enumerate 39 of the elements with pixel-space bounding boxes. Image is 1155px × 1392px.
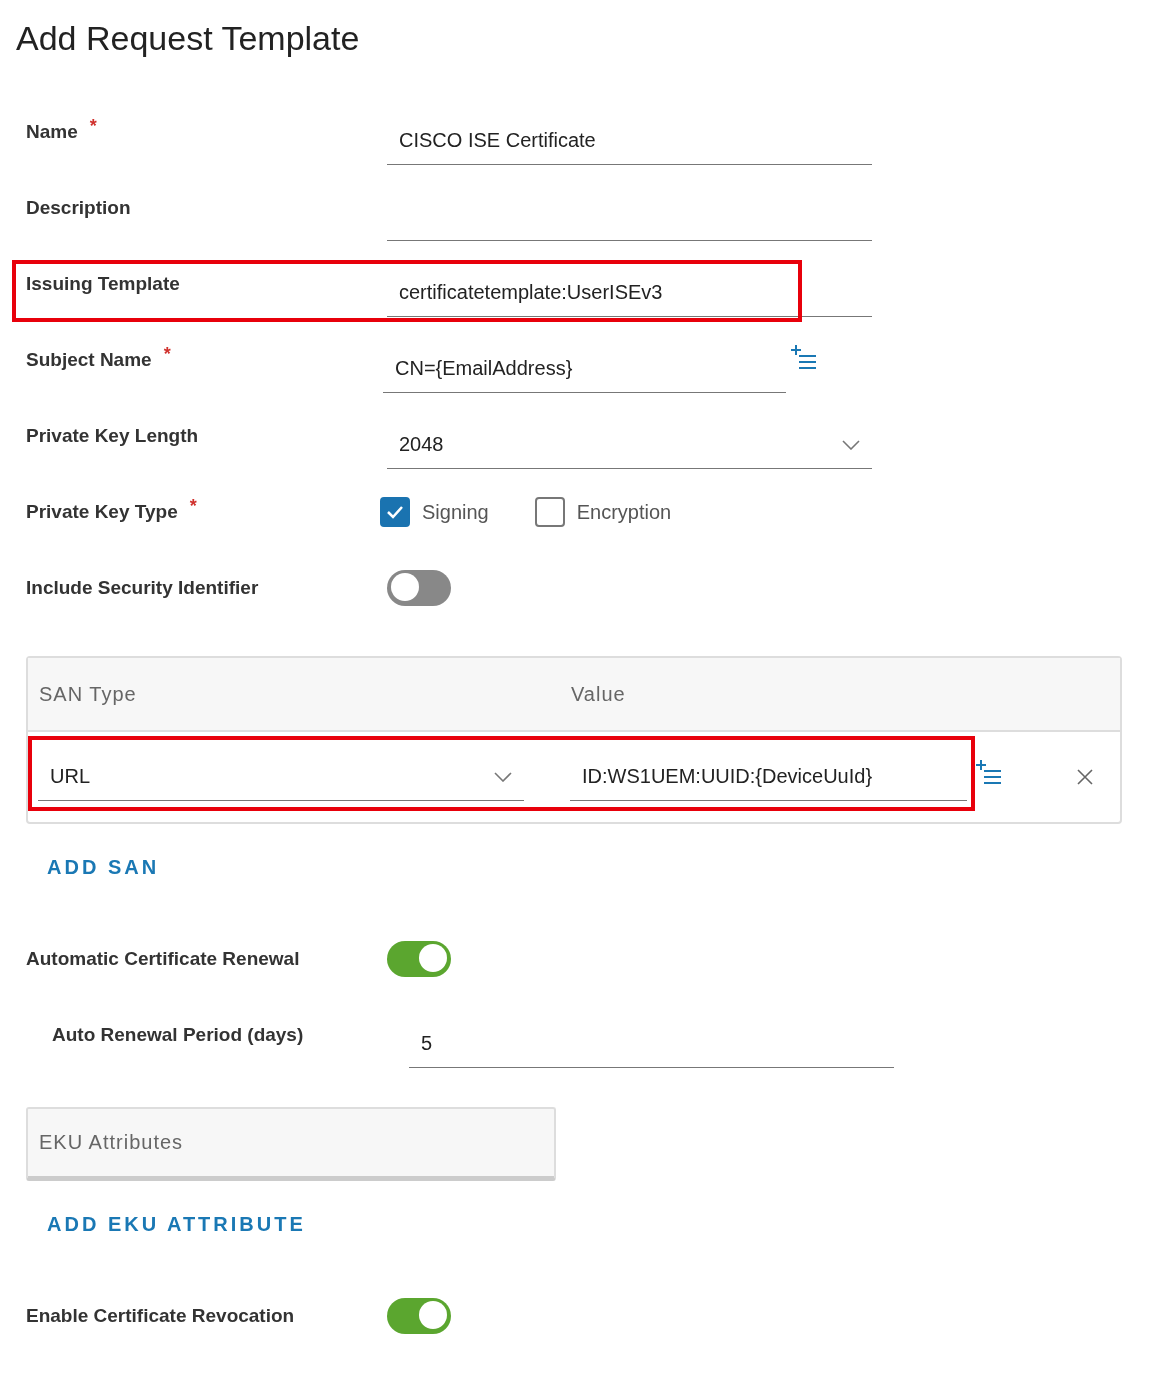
check-icon xyxy=(385,504,405,520)
insert-list-icon[interactable] xyxy=(790,344,818,370)
field-label: Automatic Certificate Renewal xyxy=(26,948,301,970)
field-label: Private Key Type xyxy=(26,501,178,522)
required-mark: * xyxy=(189,496,197,517)
field-label: Subject Name xyxy=(26,349,152,370)
field-label: Name xyxy=(26,121,78,142)
checkbox-label: Signing xyxy=(422,500,489,524)
checkbox[interactable] xyxy=(534,497,565,527)
input-field[interactable]: ID:WS1UEM:UUID:{DeviceUuId} xyxy=(570,753,967,801)
field-label: Enable Certificate Revocation xyxy=(26,1305,296,1327)
required-mark: * xyxy=(89,116,97,137)
field-label: Description xyxy=(26,197,131,218)
toggle-switch[interactable] xyxy=(387,1298,451,1334)
close-icon[interactable] xyxy=(1077,769,1093,785)
panel-title: EKU Attributes xyxy=(39,1131,184,1154)
insert-list-icon[interactable] xyxy=(975,759,1003,785)
caret-icon xyxy=(842,440,860,450)
dropdown-field[interactable]: URL xyxy=(38,753,524,801)
input-field[interactable]: CISCO ISE Certificate xyxy=(387,117,872,165)
field-label: Issuing Template xyxy=(26,273,180,294)
input-field[interactable]: 5 xyxy=(409,1020,894,1068)
input-field[interactable]: CN={EmailAddress} xyxy=(383,345,786,393)
field-label: Private Key Length xyxy=(26,425,199,446)
input-field[interactable]: certificatetemplate:UserISEv3 xyxy=(387,269,872,317)
caret-icon xyxy=(494,772,512,782)
page-title: Add Request Template xyxy=(16,18,361,59)
toggle-switch[interactable] xyxy=(387,570,451,606)
add-link[interactable]: ADD SAN xyxy=(47,855,160,879)
dropdown-field[interactable]: 2048 xyxy=(387,421,872,469)
field-label: Include Security Identifier xyxy=(26,577,260,599)
checkbox-label: Encryption xyxy=(576,500,672,524)
field-label: Auto Renewal Period (days) xyxy=(52,1024,305,1046)
required-mark: * xyxy=(163,344,171,365)
toggle-switch[interactable] xyxy=(387,941,451,977)
checkbox[interactable] xyxy=(380,497,410,527)
column-header: Value xyxy=(571,682,626,706)
column-header: SAN Type xyxy=(39,682,138,706)
add-link[interactable]: ADD EKU ATTRIBUTE xyxy=(47,1212,306,1236)
